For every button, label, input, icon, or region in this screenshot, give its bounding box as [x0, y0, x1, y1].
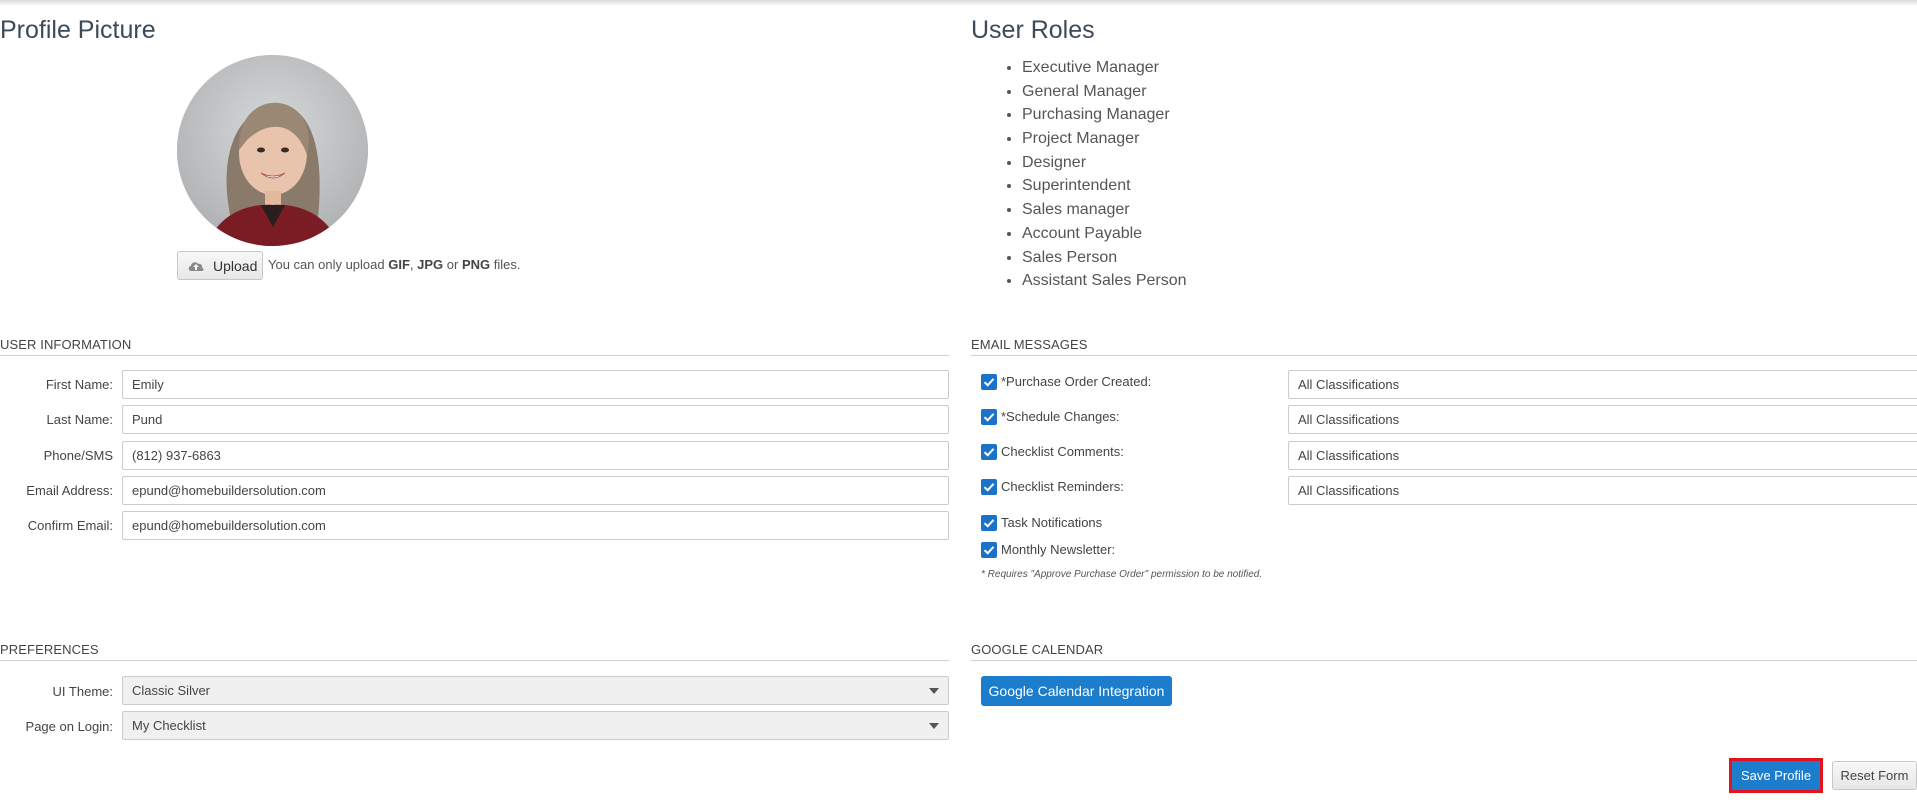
reset-form-button[interactable]: Reset Form [1832, 761, 1917, 790]
role-item: Purchasing Manager [1022, 103, 1187, 127]
task-notifications-label: Task Notifications [1001, 515, 1103, 530]
google-calendar-integration-button[interactable]: Google Calendar Integration [981, 676, 1172, 706]
avatar [177, 55, 368, 246]
cloud-upload-icon [187, 259, 205, 273]
user-roles-heading: User Roles [971, 16, 1095, 44]
page-on-login-label: Page on Login: [25, 719, 113, 734]
role-item: Sales manager [1022, 198, 1187, 222]
last-name-label: Last Name: [46, 412, 113, 427]
role-item: Designer [1022, 151, 1187, 175]
preferences-heading: PREFERENCES [0, 642, 99, 657]
checklist-reminders-classification-select[interactable]: All Classifications [1288, 476, 1917, 505]
permission-note: * Requires "Approve Purchase Order" perm… [981, 569, 1263, 580]
page-on-login-select[interactable]: My Checklist [122, 711, 949, 740]
upload-button[interactable]: Upload [177, 251, 263, 280]
email-input[interactable]: epund@homebuildersolution.com [122, 476, 949, 505]
confirm-email-label: Confirm Email: [27, 518, 113, 533]
first-name-input[interactable]: Emily [122, 370, 949, 399]
page-on-login-value: My Checklist [132, 718, 206, 733]
user-roles-list: Executive Manager General Manager Purcha… [1002, 56, 1187, 293]
monthly-newsletter-checkbox[interactable] [981, 542, 997, 558]
phone-label: Phone/SMS [43, 448, 113, 463]
role-item: Superintendent [1022, 174, 1187, 198]
checklist-reminders-label: Checklist Reminders: [1001, 479, 1124, 494]
monthly-newsletter-label: Monthly Newsletter: [1001, 542, 1116, 557]
chevron-down-icon [929, 723, 939, 729]
role-item: General Manager [1022, 80, 1187, 104]
purchase-order-label: *Purchase Order Created: [1001, 374, 1152, 389]
first-name-label: First Name: [45, 377, 113, 392]
phone-input[interactable]: (812) 937-6863 [122, 441, 949, 470]
ui-theme-select[interactable]: Classic Silver [122, 676, 949, 705]
role-item: Assistant Sales Person [1022, 269, 1187, 293]
ui-theme-label: UI Theme: [52, 684, 113, 699]
divider [0, 355, 949, 356]
email-messages-heading: EMAIL MESSAGES [971, 337, 1088, 352]
email-label: Email Address: [26, 483, 113, 498]
purchase-order-checkbox[interactable] [981, 374, 997, 390]
top-shadow [0, 0, 1917, 6]
last-name-input[interactable]: Pund [122, 405, 949, 434]
schedule-changes-checkbox[interactable] [981, 409, 997, 425]
divider [0, 660, 949, 661]
schedule-changes-label: *Schedule Changes: [1001, 409, 1120, 424]
role-item: Account Payable [1022, 222, 1187, 246]
ui-theme-value: Classic Silver [132, 683, 211, 698]
role-item: Executive Manager [1022, 56, 1187, 80]
google-calendar-heading: GOOGLE CALENDAR [971, 642, 1104, 657]
save-profile-button[interactable]: Save Profile [1729, 758, 1823, 793]
profile-picture-heading: Profile Picture [0, 16, 156, 44]
schedule-changes-classification-select[interactable]: All Classifications [1288, 405, 1917, 434]
checklist-comments-classification-select[interactable]: All Classifications [1288, 441, 1917, 470]
user-information-heading: USER INFORMATION [0, 337, 132, 352]
checklist-reminders-checkbox[interactable] [981, 479, 997, 495]
chevron-down-icon [929, 688, 939, 694]
upload-note: You can only upload GIF, JPG or PNG file… [268, 257, 521, 272]
upload-label: Upload [213, 257, 258, 274]
task-notifications-checkbox[interactable] [981, 515, 997, 531]
divider [971, 660, 1917, 661]
divider [971, 355, 1917, 356]
role-item: Sales Person [1022, 246, 1187, 270]
purchase-order-classification-select[interactable]: All Classifications [1288, 370, 1917, 399]
confirm-email-input[interactable]: epund@homebuildersolution.com [122, 511, 949, 540]
role-item: Project Manager [1022, 127, 1187, 151]
checklist-comments-label: Checklist Comments: [1001, 444, 1124, 459]
checklist-comments-checkbox[interactable] [981, 444, 997, 460]
